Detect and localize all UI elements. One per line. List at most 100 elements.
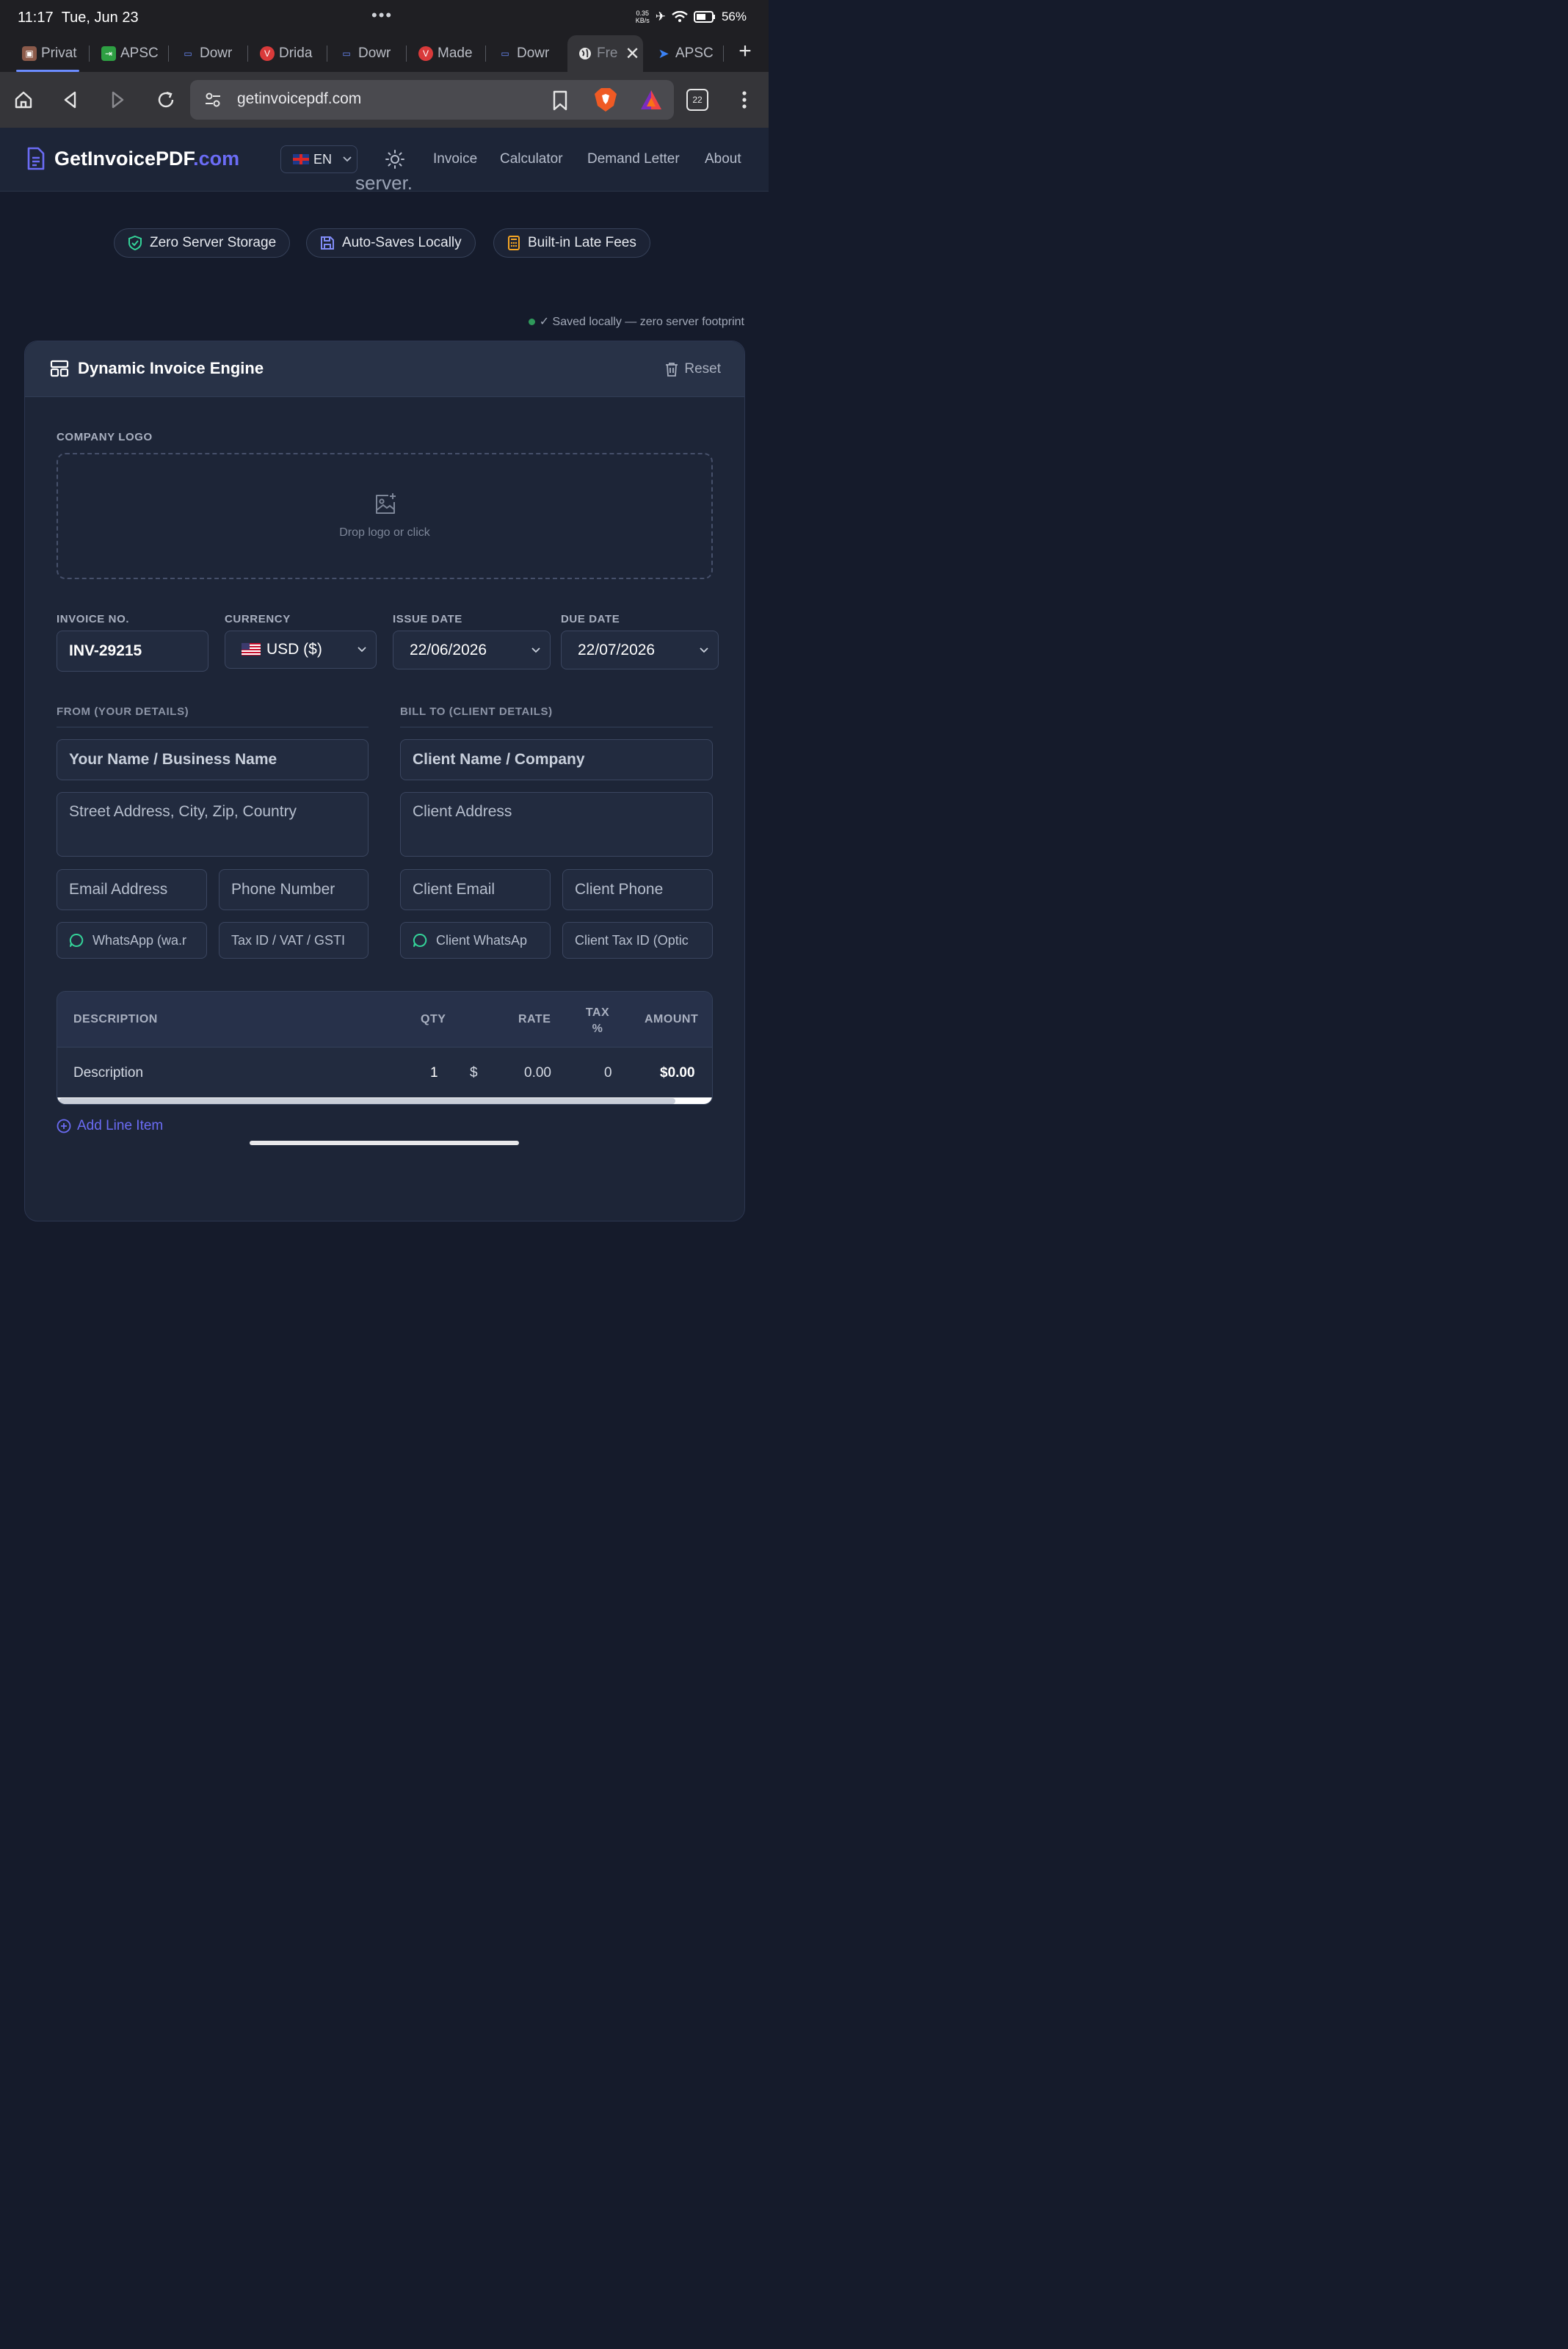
invoice-card: Dynamic Invoice Engine Reset COMPANY LOG…: [24, 341, 745, 1221]
battery-level: 56%: [721, 10, 747, 23]
from-whatsapp-input[interactable]: WhatsApp (wa.r: [57, 922, 207, 959]
address-bar[interactable]: getinvoicepdf.com: [190, 80, 674, 120]
chevron-down-icon: [531, 647, 540, 653]
browser-tab[interactable]: ⇥ APSC: [101, 35, 169, 72]
save-disk-icon: [321, 236, 334, 250]
item-rate-input[interactable]: 0.00: [524, 1065, 551, 1081]
us-flag-icon: [242, 643, 261, 656]
browser-tab[interactable]: ▭ Dowr: [498, 35, 565, 72]
download-tab-icon: ▭: [342, 48, 351, 59]
more-dots-icon[interactable]: •••: [371, 6, 393, 25]
site-logo[interactable]: GetInvoicePDF.com: [26, 147, 239, 170]
table-header: DESCRIPTION QTY RATE TAX% AMOUNT: [57, 992, 712, 1048]
from-address-input[interactable]: Street Address, City, Zip, Country: [57, 792, 369, 857]
client-address-input[interactable]: Client Address: [400, 792, 713, 857]
tab-count-button[interactable]: 22: [686, 89, 708, 111]
image-plus-icon: [376, 493, 396, 514]
status-time: 11:17 Tue, Jun 23: [18, 10, 139, 26]
currency-select[interactable]: USD ($): [225, 631, 377, 669]
card-header: Dynamic Invoice Engine Reset: [25, 341, 744, 397]
chevron-down-icon: [700, 647, 708, 653]
browser-tab[interactable]: ▭ Dowr: [339, 35, 407, 72]
globe-tab-icon: [578, 46, 592, 61]
chip-zero-storage: Zero Server Storage: [114, 228, 291, 258]
from-name-input[interactable]: Your Name / Business Name: [57, 739, 369, 780]
close-tab-icon[interactable]: ✕: [625, 43, 640, 65]
client-tax-input[interactable]: Client Tax ID (Optic: [562, 922, 713, 959]
wifi-icon: [672, 11, 688, 22]
client-name-input[interactable]: Client Name / Company: [400, 739, 713, 780]
browser-tab[interactable]: V Drida: [260, 35, 327, 72]
from-email-input[interactable]: Email Address: [57, 869, 207, 910]
calculator-icon: [508, 236, 520, 250]
browser-tab-active[interactable]: Fre ✕: [567, 35, 643, 72]
hero-text-fragment: server.: [355, 175, 413, 194]
invoice-number-input[interactable]: INV-29215: [57, 631, 208, 672]
line-items-table: DESCRIPTION QTY RATE TAX% AMOUNT Descrip…: [57, 991, 713, 1105]
network-speed: 0.35 KB/s: [635, 10, 650, 24]
status-dot-icon: [528, 318, 535, 325]
company-logo-label: COMPANY LOGO: [57, 431, 153, 443]
bookmark-icon[interactable]: [551, 90, 569, 111]
from-section-label: FROM (YOUR DETAILS): [57, 705, 189, 718]
nav-about[interactable]: About: [705, 151, 741, 167]
currency-symbol: $: [470, 1065, 478, 1081]
uk-flag-icon: [293, 154, 309, 164]
browser-tab[interactable]: ➤ APSC: [656, 35, 724, 72]
status-bar: 11:17 Tue, Jun 23 ••• 0.35 KB/s ✈ 56%: [0, 0, 769, 35]
client-phone-input[interactable]: Client Phone: [562, 869, 713, 910]
back-icon[interactable]: [57, 87, 84, 113]
client-whatsapp-input[interactable]: Client WhatsAp: [400, 922, 551, 959]
tab-strip: ▣ Privat ⇥ APSC ▭ Dowr V Drida ▭ Dowr V Made ▭…: [0, 35, 769, 72]
item-tax-input[interactable]: 0: [604, 1065, 612, 1081]
issue-date-label: ISSUE DATE: [393, 613, 462, 625]
apsc-tab-icon: ➤: [658, 46, 669, 61]
brave-shield-icon[interactable]: [593, 87, 618, 113]
shield-check-icon: [128, 235, 142, 251]
due-date-label: DUE DATE: [561, 613, 620, 625]
from-phone-input[interactable]: Phone Number: [219, 869, 369, 910]
col-qty: QTY: [421, 1013, 446, 1025]
trash-icon: [666, 363, 678, 377]
browser-tab[interactable]: V Made: [418, 35, 486, 72]
download-tab-icon: ▭: [501, 48, 509, 59]
item-description-input[interactable]: Description: [73, 1065, 143, 1081]
site-settings-icon[interactable]: [205, 92, 221, 108]
browser-tab[interactable]: ▭ Dowr: [181, 35, 248, 72]
brave-rewards-icon[interactable]: [639, 89, 663, 111]
table-scrollbar-thumb[interactable]: [59, 1098, 675, 1104]
client-email-input[interactable]: Client Email: [400, 869, 551, 910]
card-title: Dynamic Invoice Engine: [50, 359, 264, 378]
nav-demand-letter[interactable]: Demand Letter: [587, 151, 680, 167]
new-tab-plus-icon[interactable]: +: [733, 38, 758, 66]
nav-calculator[interactable]: Calculator: [500, 151, 563, 167]
reset-button[interactable]: Reset: [665, 361, 721, 377]
whatsapp-icon: [413, 933, 427, 947]
theme-toggle-sun-icon[interactable]: [385, 149, 405, 173]
airplane-icon: ✈: [655, 10, 666, 23]
status-icons: 0.35 KB/s ✈ 56%: [636, 10, 747, 24]
url-text[interactable]: getinvoicepdf.com: [237, 90, 361, 108]
col-tax: TAX%: [585, 1006, 610, 1035]
browser-tab[interactable]: ▣ Privat: [22, 35, 90, 72]
invoice-no-label: INVOICE NO.: [57, 613, 130, 625]
home-gesture-bar[interactable]: [250, 1141, 519, 1145]
reload-icon[interactable]: [153, 87, 179, 113]
nav-invoice[interactable]: Invoice: [433, 151, 477, 167]
item-amount: $0.00: [660, 1065, 695, 1081]
language-select[interactable]: EN: [280, 145, 357, 173]
home-icon[interactable]: [10, 87, 37, 113]
due-date-select[interactable]: 22/07/2026: [561, 631, 719, 669]
issue-date-select[interactable]: 22/06/2026: [393, 631, 551, 669]
add-line-item-button[interactable]: Add Line Item: [57, 1118, 163, 1134]
document-icon: [27, 147, 45, 170]
plus-circle-icon: [57, 1119, 71, 1133]
vivaldi-tab-icon: V: [260, 46, 275, 61]
chevron-down-icon: [357, 647, 366, 653]
item-qty-input[interactable]: 1: [430, 1065, 438, 1081]
forward-icon[interactable]: [104, 87, 131, 113]
from-tax-input[interactable]: Tax ID / VAT / GSTI: [219, 922, 369, 959]
currency-label: CURRENCY: [225, 613, 291, 625]
menu-kebab-icon[interactable]: [737, 90, 752, 112]
logo-dropzone[interactable]: Drop logo or click: [57, 453, 713, 579]
